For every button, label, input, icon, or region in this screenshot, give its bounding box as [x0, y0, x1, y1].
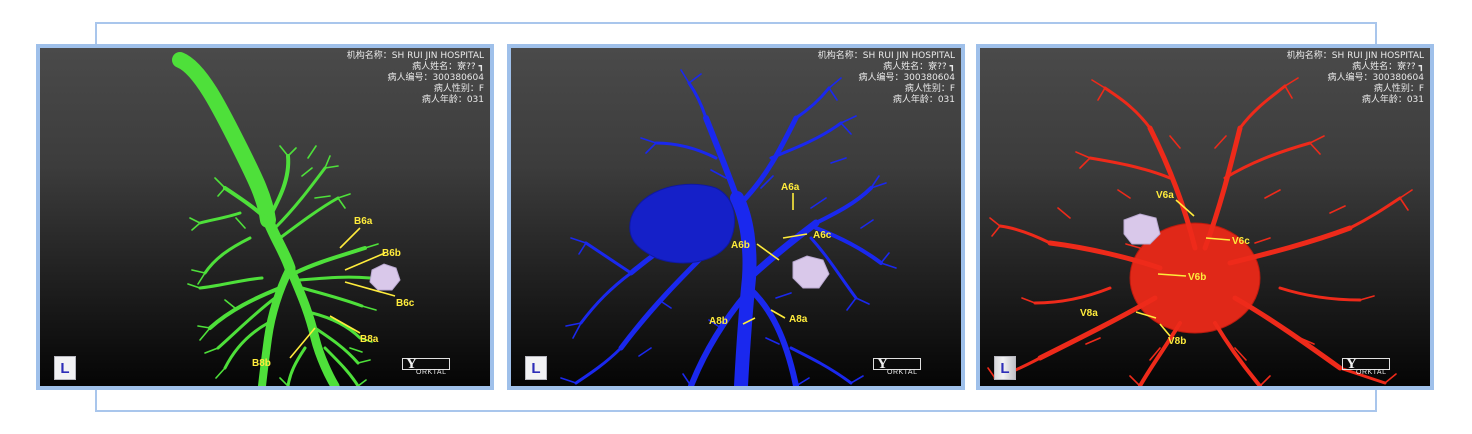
label-v6a: V6a [1156, 190, 1174, 201]
brand-logo: Y ORKTAL [1342, 356, 1398, 378]
orientation-cube-icon[interactable]: L [994, 356, 1016, 380]
orientation-cube-icon[interactable]: L [525, 356, 547, 380]
institution-text: 机构名称：SH RUI JIN HOSPITAL [1286, 51, 1424, 61]
label-b8a: B8a [360, 334, 379, 345]
label-b6c: B6c [396, 298, 415, 309]
patient-info-overlay: 机构名称：SH RUI JIN HOSPITAL 病人姓名：寮?? ┓ 病人编号… [818, 51, 955, 106]
patient-sex-text: 病人性别：F [433, 84, 484, 94]
label-v6c: V6c [1232, 236, 1250, 247]
label-a8a: A8a [789, 314, 808, 325]
patient-info-overlay: 机构名称：SH RUI JIN HOSPITAL 病人姓名：寮?? ┓ 病人编号… [1287, 51, 1424, 106]
patient-id-text: 病人编号：300380604 [858, 73, 955, 83]
patient-age-text: 病人年龄：031 [892, 95, 955, 105]
logo-text: ORKTAL [416, 369, 447, 376]
patient-id-text: 病人编号：300380604 [387, 73, 484, 83]
label-a6a: A6a [781, 182, 800, 193]
patient-name-text: 病人姓名：寮?? ┓ [883, 62, 955, 72]
patient-info-overlay: 机构名称：SH RUI JIN HOSPITAL 病人姓名：寮?? ┓ 病人编号… [347, 51, 484, 106]
orientation-cube-icon[interactable]: L [54, 356, 76, 380]
patient-name-text: 病人姓名：寮?? ┓ [412, 62, 484, 72]
logo-text: ORKTAL [887, 369, 918, 376]
viewer-panel-arteries[interactable]: A6a A6c A6b A8b A8a 机构名称：SH RUI JIN HOSP… [507, 44, 965, 390]
label-v8a: V8a [1080, 308, 1098, 319]
label-a8b: A8b [709, 316, 728, 327]
patient-sex-text: 病人性别：F [1373, 84, 1424, 94]
institution-text: 机构名称：SH RUI JIN HOSPITAL [817, 51, 955, 61]
logo-text: ORKTAL [1356, 369, 1387, 376]
label-v8b: V8b [1168, 336, 1186, 347]
patient-age-text: 病人年龄：031 [421, 95, 484, 105]
viewer-panel-bronchi[interactable]: B6a B6b B6c B8a B8b 机构名称：SH RUI JIN HOSP… [36, 44, 494, 390]
label-b6a: B6a [354, 216, 373, 227]
label-v6b: V6b [1188, 272, 1206, 283]
label-b6b: B6b [382, 248, 401, 259]
3d-viewport-bronchi[interactable]: B6a B6b B6c B8a B8b 机构名称：SH RUI JIN HOSP… [40, 48, 490, 386]
brand-logo: Y ORKTAL [402, 356, 458, 378]
patient-name-text: 病人姓名：寮?? ┓ [1352, 62, 1424, 72]
label-b8b: B8b [252, 358, 271, 369]
label-a6b: A6b [731, 240, 750, 251]
3d-viewport-arteries[interactable]: A6a A6c A6b A8b A8a 机构名称：SH RUI JIN HOSP… [511, 48, 961, 386]
3d-viewport-veins[interactable]: V6a V6c V6b V8a V8b 机构名称：SH RUI JIN HOSP… [980, 48, 1430, 386]
viewer-panel-veins[interactable]: V6a V6c V6b V8a V8b 机构名称：SH RUI JIN HOSP… [976, 44, 1434, 390]
patient-age-text: 病人年龄：031 [1361, 95, 1424, 105]
institution-text: 机构名称：SH RUI JIN HOSPITAL [346, 51, 484, 61]
patient-id-text: 病人编号：300380604 [1327, 73, 1424, 83]
brand-logo: Y ORKTAL [873, 356, 929, 378]
patient-sex-text: 病人性别：F [904, 84, 955, 94]
label-a6c: A6c [813, 230, 832, 241]
